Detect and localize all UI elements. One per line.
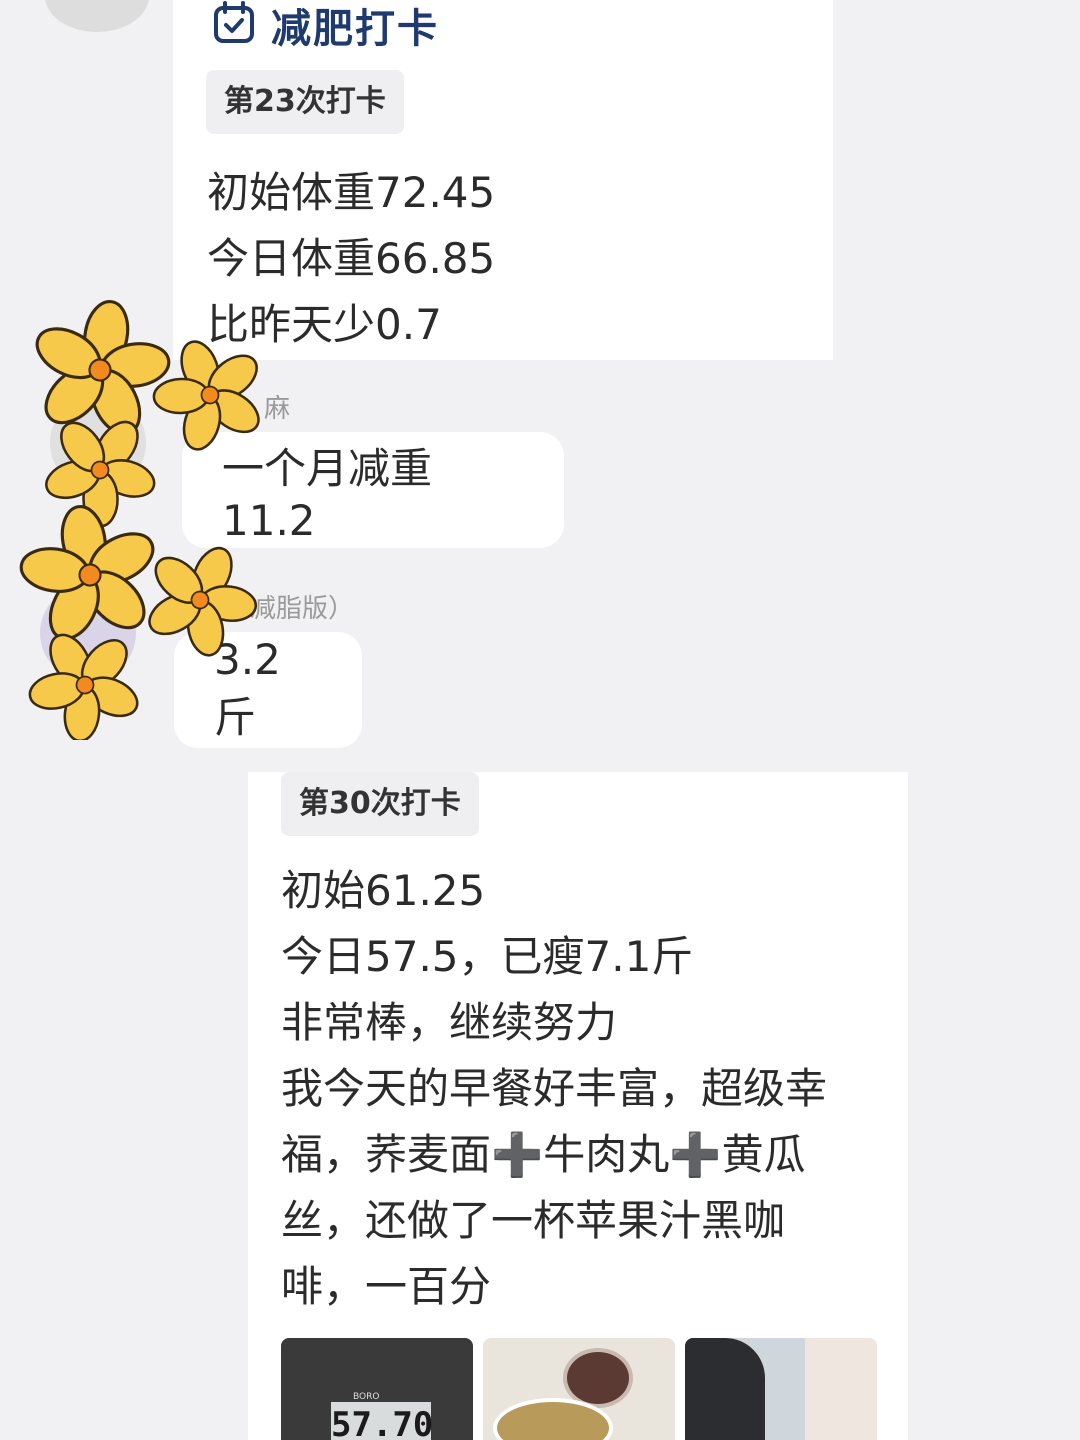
message-text: 一个月减重11.2 [222,444,433,545]
scale-brand: BORO [353,1392,380,1402]
checkin-title: 减肥打卡 [271,6,439,52]
checkin-card[interactable]: 第30次打卡 初始61.25 今日57.5，已瘦7.1斤 非常棒，继续努力 我今… [248,772,908,1440]
avatar[interactable] [40,585,136,681]
checkin-text: 初始61.25 今日57.5，已瘦7.1斤 非常棒，继续努力 我今天的早餐好丰富… [281,858,881,1320]
checkin-line: 初始体重72.45 [207,168,496,217]
avatar[interactable] [45,0,149,32]
avatar[interactable] [50,395,146,491]
photo-grid: BORO 57.70 [281,1338,877,1440]
sender-name: 麻 [264,394,291,424]
checkin-line: 今日体重66.85 [207,234,496,283]
message-text: 3.2斤 [214,635,281,742]
sender-name: 减脂版） [250,594,355,624]
message-bubble[interactable]: 3.2斤 [174,632,362,748]
scale-photo[interactable]: BORO 57.70 [281,1338,473,1440]
checkin-line: 丝，还做了一杯苹果汁黑咖 [281,1196,786,1245]
checkin-line: 初始61.25 [281,866,486,915]
checkin-count-tag: 第30次打卡 [281,772,479,836]
checkin-line: 啡，一百分 [281,1262,492,1311]
calendar-check-icon [211,0,257,50]
checkin-line: 我今天的早餐好丰富，超级幸 [281,1064,828,1113]
checkin-text: 初始体重72.45 今日体重66.85 比昨天少0.7 [207,160,495,358]
checkin-line: 福，荞麦面➕牛肉丸➕黄瓜 [281,1130,806,1179]
message-bubble[interactable]: 一个月减重11.2 [182,432,564,548]
checkin-line: 今日57.5，已瘦7.1斤 [281,932,694,981]
checkin-count-tag: 第23次打卡 [206,70,404,134]
checkin-card-header: 减肥打卡 [211,0,439,52]
checkin-line: 非常棒，继续努力 [281,998,618,1047]
checkin-card[interactable]: 减肥打卡 第23次打卡 初始体重72.45 今日体重66.85 比昨天少0.7 [173,0,833,360]
breakfast-photo[interactable] [483,1338,675,1440]
selfie-photo[interactable] [685,1338,877,1440]
scale-reading: 57.70 [331,1402,433,1440]
checkin-line: 比昨天少0.7 [207,300,442,349]
